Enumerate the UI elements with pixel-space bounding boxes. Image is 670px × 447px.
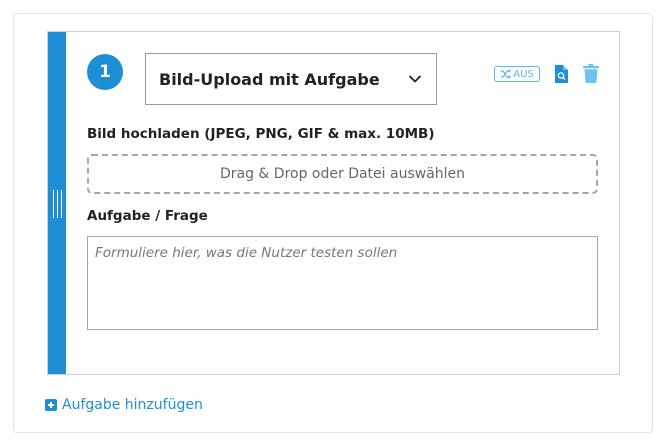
shuffle-state-label: AUS (513, 68, 534, 80)
plus-square-icon (45, 399, 57, 411)
shuffle-icon (500, 69, 512, 79)
task-type-selected-value: Bild-Upload mit Aufgabe (159, 69, 380, 89)
chevron-down-icon (409, 75, 421, 83)
trash-icon[interactable] (583, 64, 599, 83)
drag-handle-icon[interactable] (53, 190, 62, 218)
upload-dropzone-text: Drag & Drop oder Datei auswählen (219, 166, 466, 182)
preview-icon[interactable] (554, 65, 568, 83)
upload-dropzone[interactable]: Drag & Drop oder Datei auswählen (87, 154, 598, 194)
upload-label: Bild hochladen (JPEG, PNG, GIF & max. 10… (87, 126, 435, 142)
question-textarea[interactable] (87, 236, 598, 330)
shuffle-toggle[interactable]: AUS (494, 66, 540, 82)
add-task-button[interactable]: Aufgabe hinzufügen (45, 397, 203, 413)
question-label: Aufgabe / Frage (87, 208, 208, 224)
step-number-badge: 1 (87, 54, 123, 90)
drag-handle[interactable] (48, 32, 66, 374)
add-task-label: Aufgabe hinzufügen (62, 397, 203, 413)
task-type-select[interactable]: Bild-Upload mit Aufgabe (145, 53, 437, 105)
